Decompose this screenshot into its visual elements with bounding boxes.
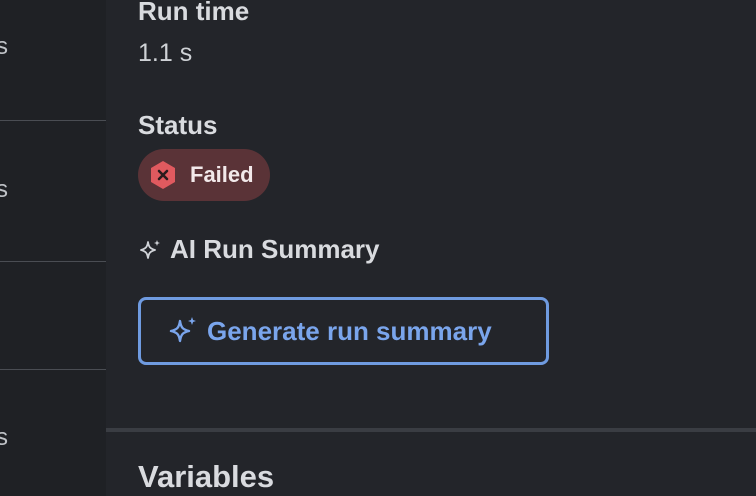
x-hexagon-icon [148, 160, 178, 190]
status-value: Failed [190, 162, 254, 187]
list-item-suffix: s [0, 424, 8, 451]
list-divider [0, 369, 106, 370]
status-badge: Failed [138, 149, 270, 201]
sparkle-icon [169, 317, 196, 343]
generate-run-summary-button[interactable]: Generate run summary [138, 297, 549, 365]
run-details-page: s s s Run time 1.1 s Status Failed AI Ru… [0, 0, 756, 496]
run-details-main: Run time 1.1 s Status Failed AI Run Summ… [106, 0, 756, 496]
list-divider [0, 261, 106, 262]
section-divider [106, 428, 756, 432]
list-divider [0, 120, 106, 121]
variables-section-title: Variables [138, 459, 275, 494]
left-list-panel: s s s [0, 0, 106, 496]
generate-run-summary-label: Generate run summary [207, 315, 492, 346]
ai-summary-heading-text: AI Run Summary [170, 234, 380, 264]
list-item-suffix: s [0, 33, 8, 60]
list-item-suffix: s [0, 176, 8, 203]
ai-summary-heading: AI Run Summary [138, 234, 380, 265]
run-time-value: 1.1 s [138, 39, 193, 67]
run-time-label: Run time [138, 0, 250, 26]
status-label: Status [138, 110, 218, 140]
sparkle-icon [140, 239, 160, 259]
